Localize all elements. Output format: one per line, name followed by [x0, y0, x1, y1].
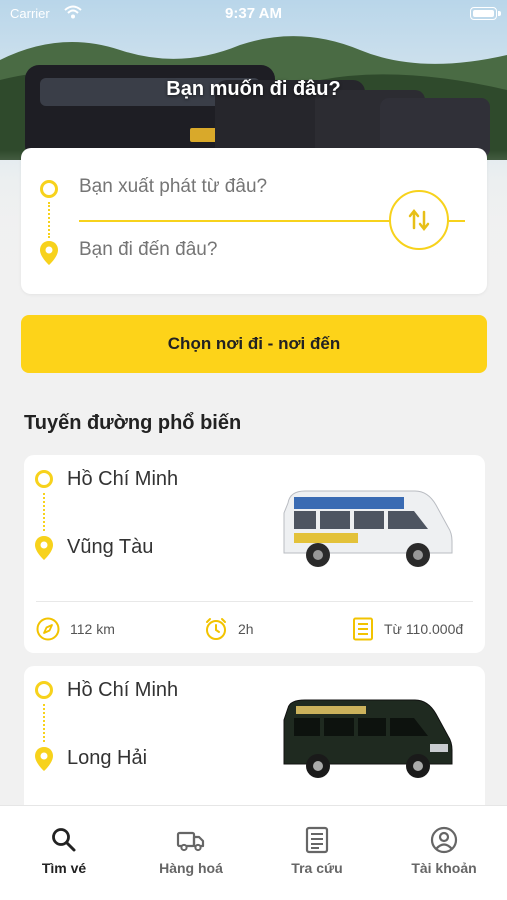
duration-stat: 2h — [204, 617, 254, 641]
route-connector — [48, 202, 50, 238]
van-image — [283, 699, 453, 778]
origin-marker-icon — [35, 681, 53, 699]
truck-icon — [176, 831, 205, 852]
search-card — [21, 148, 487, 294]
clock: 9:37 AM — [225, 5, 282, 22]
route-card[interactable]: Hồ Chí Minh Vũng Tàu 112 km 2h Từ 110.00… — [24, 455, 485, 653]
route-origin: Hồ Chí Minh — [67, 679, 179, 701]
battery-icon — [470, 7, 501, 20]
route-destination: Vũng Tàu — [67, 536, 154, 558]
tab-lookup[interactable]: Tra cứu — [262, 826, 372, 876]
distance-stat: 112 km — [36, 617, 115, 641]
swap-arrows-icon — [408, 208, 430, 232]
status-bar: Carrier 9:37 AM — [0, 0, 507, 28]
origin-marker-icon — [40, 180, 58, 198]
route-destination: Long Hải — [67, 747, 148, 769]
route-origin: Hồ Chí Minh — [67, 468, 179, 490]
van-image — [283, 490, 453, 567]
price-stat: Từ 110.000đ — [352, 617, 463, 641]
route-connector — [43, 493, 45, 531]
distance-value: 112 km — [70, 621, 115, 637]
tab-cargo[interactable]: Hàng hoá — [136, 826, 246, 876]
route-connector — [43, 704, 45, 742]
origin-input[interactable] — [79, 176, 399, 198]
tab-label: Tra cứu — [291, 860, 343, 876]
choose-route-button[interactable]: Chọn nơi đi - nơi đến — [21, 315, 487, 373]
compass-icon — [36, 617, 60, 641]
origin-marker-icon — [35, 470, 53, 488]
receipt-icon — [353, 617, 373, 641]
tab-label: Hàng hoá — [159, 860, 223, 876]
alarm-clock-icon — [206, 618, 226, 640]
destination-input[interactable] — [79, 239, 399, 261]
user-icon — [430, 826, 458, 854]
duration-value: 2h — [238, 621, 254, 637]
hero-headline: Bạn muốn đi đâu? — [166, 78, 341, 100]
tab-account[interactable]: Tài khoản — [389, 826, 499, 876]
popular-routes-title: Tuyến đường phổ biến — [24, 412, 242, 434]
destination-pin-icon — [40, 241, 58, 265]
swap-locations-button[interactable] — [389, 190, 449, 250]
tab-bar: Tìm vé Hàng hoá Tra cứu Tài khoản — [0, 805, 507, 900]
tab-label: Tìm vé — [41, 860, 87, 876]
card-divider — [36, 601, 473, 602]
route-card[interactable]: Hồ Chí Minh Long Hải — [24, 666, 485, 816]
destination-pin-icon — [35, 747, 53, 771]
price-value: Từ 110.000đ — [384, 621, 464, 637]
destination-pin-icon — [35, 536, 53, 560]
search-icon — [52, 828, 76, 852]
tab-label: Tài khoản — [411, 860, 477, 876]
document-icon — [305, 826, 329, 854]
tab-search-tickets[interactable]: Tìm vé — [9, 826, 119, 876]
